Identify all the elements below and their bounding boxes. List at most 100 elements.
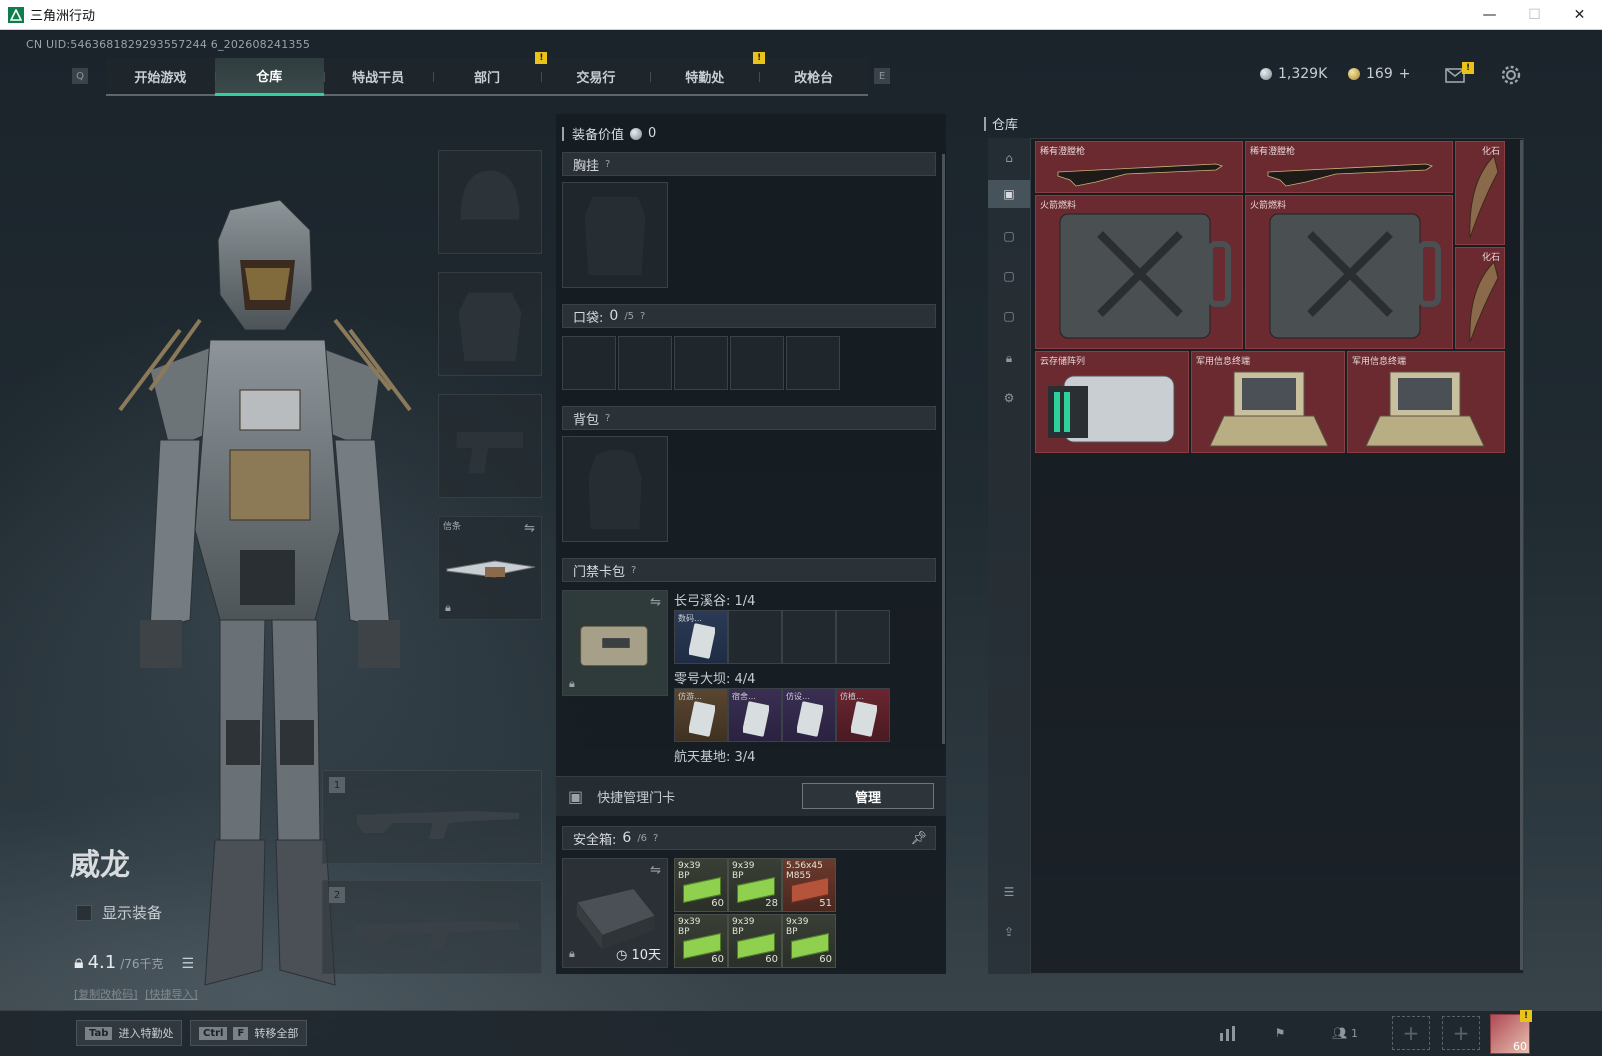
transfer-all-hint[interactable]: Ctrl F 转移全部 bbox=[190, 1020, 308, 1046]
keycard-case-slot[interactable]: ⇋ 🔒︎ bbox=[562, 590, 668, 696]
warehouse-item[interactable]: 火箭燃料 bbox=[1245, 195, 1453, 349]
pocket-slot[interactable] bbox=[618, 336, 672, 390]
map-label-changgong: 长弓溪谷: 1/4 bbox=[674, 594, 756, 609]
warehouse-item[interactable]: 稀有澄膛枪 bbox=[1035, 141, 1243, 193]
show-equipment-checkbox[interactable] bbox=[76, 904, 92, 921]
help-icon[interactable]: ? bbox=[640, 311, 645, 322]
help-icon[interactable]: ? bbox=[605, 413, 610, 424]
help-icon[interactable]: ? bbox=[605, 159, 610, 170]
warehouse-page-icon[interactable]: ▢ bbox=[995, 302, 1023, 330]
pocket-slot[interactable] bbox=[786, 336, 840, 390]
server-icon bbox=[1048, 375, 1175, 443]
avatar-notice-badge: ! bbox=[1520, 1010, 1532, 1022]
app-logo-icon bbox=[8, 6, 24, 23]
pin-icon[interactable]: 📌︎ bbox=[910, 831, 927, 846]
team-members[interactable]: 👥︎ 1 bbox=[1320, 1020, 1370, 1046]
enter-special-ops-hint[interactable]: Tab 进入特勤处 bbox=[76, 1020, 183, 1046]
gold-currency[interactable]: 169 + bbox=[1348, 66, 1410, 82]
flag-icon[interactable]: ⚑ bbox=[1262, 1020, 1298, 1046]
lock-icon[interactable]: 🔒︎ bbox=[995, 344, 1023, 372]
primary-weapon-slot-1[interactable]: 1 bbox=[322, 770, 542, 864]
warehouse-item[interactable]: 军用信息终端 bbox=[1347, 351, 1505, 453]
settings-gear-icon[interactable] bbox=[1500, 64, 1522, 86]
warehouse-item[interactable]: 军用信息终端 bbox=[1191, 351, 1345, 453]
copy-loadout-link[interactable]: [复制改枪码] bbox=[74, 988, 138, 1001]
swap-icon[interactable]: ⇋ bbox=[650, 863, 661, 878]
backpack-slot[interactable] bbox=[562, 436, 668, 542]
help-icon[interactable]: ? bbox=[653, 833, 658, 844]
chest-rig-slot[interactable] bbox=[562, 182, 668, 288]
stats-chart-icon[interactable] bbox=[1210, 1020, 1246, 1046]
swap-icon[interactable]: ⇋ bbox=[524, 521, 535, 536]
armor-slot[interactable] bbox=[438, 272, 542, 376]
show-equipment-toggle[interactable]: 显示装备 bbox=[76, 902, 162, 923]
backpack-header: 背包? bbox=[562, 406, 936, 430]
equipment-scrollbar[interactable] bbox=[942, 154, 945, 744]
silver-coin-icon bbox=[630, 127, 643, 140]
keycard-slot[interactable] bbox=[728, 610, 782, 664]
nav-right-key[interactable]: E bbox=[874, 68, 890, 84]
warehouse-page-icon[interactable]: ▢ bbox=[995, 222, 1023, 250]
primary-weapon-slot-2[interactable]: 2 bbox=[322, 880, 542, 974]
ammo-item[interactable]: 9x39 BP 28 bbox=[728, 858, 782, 912]
tab-trade[interactable]: 交易行 bbox=[541, 58, 650, 94]
manage-button[interactable]: 管理 bbox=[802, 783, 934, 809]
maximize-button[interactable]: ☐ bbox=[1512, 0, 1557, 30]
keycard-slot[interactable] bbox=[782, 610, 836, 664]
pistol-silhouette-icon bbox=[456, 432, 524, 474]
warehouse-scrollbar[interactable] bbox=[1520, 140, 1523, 970]
tab-start-game[interactable]: 开始游戏 bbox=[106, 58, 215, 94]
melee-slot[interactable]: 信条 ⇋ 🔒︎ bbox=[438, 516, 542, 620]
invite-slot[interactable]: + bbox=[1392, 1016, 1430, 1050]
nav-left-key[interactable]: Q bbox=[72, 68, 88, 84]
ammo-item[interactable]: 9x39 BP 60 bbox=[674, 858, 728, 912]
jerrycan-icon bbox=[1269, 213, 1441, 339]
settings-gear-icon[interactable]: ⚙ bbox=[995, 384, 1023, 412]
warehouse-item[interactable]: 火箭燃料 bbox=[1035, 195, 1243, 349]
close-button[interactable]: ✕ bbox=[1557, 0, 1602, 30]
tab-department[interactable]: 部门! bbox=[432, 52, 548, 94]
help-icon[interactable]: ? bbox=[631, 565, 636, 576]
quick-import-link[interactable]: [快捷导入] bbox=[145, 988, 198, 1001]
window-titlebar: 三角洲行动 — ☐ ✕ bbox=[0, 0, 1602, 30]
warehouse-item[interactable]: 化石 bbox=[1455, 141, 1505, 245]
pistol-slot[interactable] bbox=[438, 394, 542, 498]
add-currency-button[interactable]: + bbox=[1399, 66, 1411, 82]
map-label-space-base: 航天基地: 3/4 bbox=[674, 750, 756, 765]
minimize-button[interactable]: — bbox=[1467, 0, 1512, 30]
invite-slot[interactable]: + bbox=[1442, 1016, 1480, 1050]
tab-operators[interactable]: 特战干员 bbox=[323, 58, 433, 94]
musket-icon bbox=[1267, 163, 1433, 187]
keycard-slot[interactable] bbox=[836, 610, 890, 664]
warehouse-page-icon[interactable]: ▢ bbox=[995, 262, 1023, 290]
keycard-slot[interactable]: 仿游… bbox=[674, 688, 728, 742]
warehouse-item[interactable]: 云存储阵列 bbox=[1035, 351, 1189, 453]
tab-special-ops[interactable]: 特勤处! bbox=[650, 52, 766, 94]
pocket-slot[interactable] bbox=[674, 336, 728, 390]
warehouse-all-icon[interactable]: ⌂ bbox=[995, 144, 1023, 172]
ammo-item[interactable]: 9x39 BP 60 bbox=[728, 914, 782, 968]
helmet-slot[interactable] bbox=[438, 150, 542, 254]
ammo-item[interactable]: 5.56x45 M855 51 bbox=[782, 858, 836, 912]
pocket-slot[interactable] bbox=[730, 336, 784, 390]
keycard-slot[interactable]: 仿植… bbox=[836, 688, 890, 742]
warehouse-item[interactable]: 化石 bbox=[1455, 247, 1505, 349]
jerrycan-icon bbox=[1059, 213, 1231, 339]
pocket-slot[interactable] bbox=[562, 336, 616, 390]
musket-icon bbox=[1057, 163, 1223, 187]
list-icon[interactable]: ☰ bbox=[182, 956, 195, 972]
tab-gunsmith[interactable]: 改枪台 bbox=[759, 58, 868, 94]
warehouse-page-4-icon[interactable]: ▣ bbox=[988, 180, 1030, 208]
knife-icon bbox=[446, 560, 536, 578]
ammo-item[interactable]: 9x39 BP 60 bbox=[782, 914, 836, 968]
ammo-item[interactable]: 9x39 BP 60 bbox=[674, 914, 728, 968]
upgrade-icon[interactable]: ⇪ bbox=[995, 918, 1023, 946]
safe-box-slot[interactable]: ⇋ 🔒︎ ◷ 10天 bbox=[562, 858, 668, 968]
keycard-slot[interactable]: 数码… bbox=[674, 610, 728, 664]
layers-icon[interactable]: ☰ bbox=[995, 878, 1023, 906]
keycard-slot[interactable]: 仿设… bbox=[782, 688, 836, 742]
keycard-slot[interactable]: 宿舍… bbox=[728, 688, 782, 742]
swap-icon[interactable]: ⇋ bbox=[650, 595, 661, 610]
warehouse-item[interactable]: 稀有澄膛枪 bbox=[1245, 141, 1453, 193]
tab-warehouse[interactable]: 仓库 bbox=[214, 58, 324, 96]
